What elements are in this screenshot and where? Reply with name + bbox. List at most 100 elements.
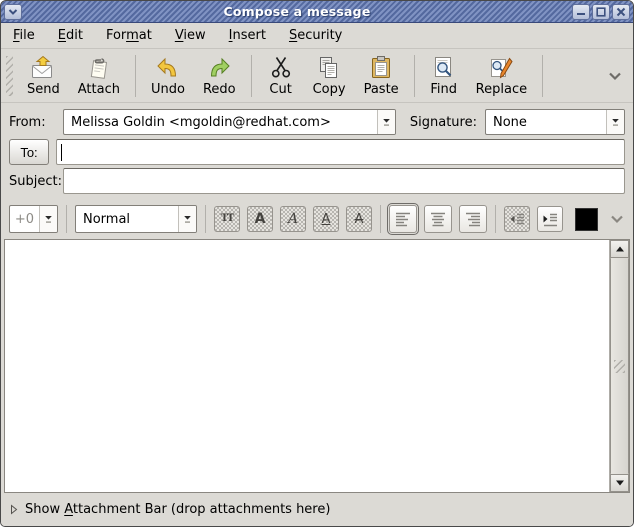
toolbar-overflow-button[interactable] xyxy=(607,69,623,83)
italic-toggle[interactable]: A xyxy=(280,206,306,232)
title-bar[interactable]: Compose a message xyxy=(1,1,633,23)
find-button[interactable]: Find xyxy=(421,53,467,99)
menu-bar: File Edit Format View Insert Security xyxy=(1,23,633,49)
arrow-up-icon xyxy=(615,245,625,253)
send-icon xyxy=(30,55,56,81)
close-icon xyxy=(615,7,627,17)
menu-item-insert[interactable]: Insert xyxy=(229,24,266,47)
align-center-toggle[interactable] xyxy=(424,205,452,233)
scrollbar-thumb[interactable] xyxy=(610,258,629,474)
minimize-icon xyxy=(575,7,587,17)
menu-item-file[interactable]: File xyxy=(13,24,35,47)
paste-icon xyxy=(368,55,394,81)
font-size-value: +0 xyxy=(10,206,39,232)
align-left-icon xyxy=(393,209,413,229)
editor-frame xyxy=(4,239,630,493)
strikethrough-toggle[interactable]: A xyxy=(346,206,372,232)
align-right-toggle[interactable] xyxy=(459,205,487,233)
signature-combobox[interactable]: None xyxy=(485,109,625,135)
format-toolbar: +0 Normal TT A A A A xyxy=(1,199,633,239)
subject-label: Subject: xyxy=(9,174,63,189)
signature-value: None xyxy=(486,110,606,134)
format-separator xyxy=(205,205,206,233)
combo-arrow-button[interactable] xyxy=(178,206,196,232)
undo-icon xyxy=(155,55,181,81)
minimize-button[interactable] xyxy=(572,4,590,20)
chevron-down-icon xyxy=(7,7,19,17)
attachment-bar-expander[interactable]: Show Attachment Bar (drop attachments he… xyxy=(1,493,633,526)
menu-item-view[interactable]: View xyxy=(175,24,206,47)
format-separator xyxy=(380,205,381,233)
from-label: From: xyxy=(9,115,63,130)
compose-window: Compose a message File Edit Format View … xyxy=(0,0,634,527)
window-title: Compose a message xyxy=(24,4,570,19)
align-left-toggle[interactable] xyxy=(389,205,417,233)
font-size-combobox[interactable]: +0 xyxy=(9,205,58,233)
paste-button[interactable]: Paste xyxy=(355,53,408,99)
main-toolbar: Send Attach Undo Redo xyxy=(1,49,633,103)
combo-arrow-button[interactable] xyxy=(39,206,57,232)
toolbar-separator xyxy=(542,55,543,97)
attachment-bar-label: Show Attachment Bar (drop attachments he… xyxy=(25,502,330,517)
replace-icon xyxy=(488,55,514,81)
to-entry[interactable] xyxy=(56,139,625,165)
underline-toggle[interactable]: A xyxy=(313,206,339,232)
menu-item-edit[interactable]: Edit xyxy=(58,24,83,47)
combo-arrow-button[interactable] xyxy=(377,110,395,134)
to-button[interactable]: To: xyxy=(9,139,49,165)
toolbar-separator xyxy=(251,55,252,97)
thumb-grip xyxy=(614,360,625,373)
combo-arrow-icon xyxy=(382,117,391,127)
replace-button[interactable]: Replace xyxy=(467,53,536,99)
unindent-button[interactable] xyxy=(504,206,530,232)
format-overflow-button[interactable] xyxy=(609,212,625,226)
toolbar-separator xyxy=(135,55,136,97)
paragraph-style-value: Normal xyxy=(76,206,178,232)
from-row: From: Melissa Goldin <mgoldin@redhat.com… xyxy=(1,103,633,137)
paragraph-style-combobox[interactable]: Normal xyxy=(75,205,197,233)
combo-arrow-icon xyxy=(44,214,53,224)
align-center-icon xyxy=(428,209,448,229)
copy-icon xyxy=(316,55,342,81)
cut-button[interactable]: Cut xyxy=(258,53,304,99)
scroll-up-button[interactable] xyxy=(610,240,629,258)
scroll-down-button[interactable] xyxy=(610,474,629,492)
expander-triangle-icon xyxy=(10,504,18,515)
typewriter-toggle[interactable]: TT xyxy=(214,206,240,232)
undo-button[interactable]: Undo xyxy=(142,53,194,99)
from-value: Melissa Goldin <mgoldin@redhat.com> xyxy=(64,110,377,134)
indent-icon xyxy=(540,209,560,229)
toolbar-drag-handle[interactable] xyxy=(6,56,13,96)
message-body-editor[interactable] xyxy=(5,240,609,492)
chevron-down-icon xyxy=(607,69,623,83)
indent-button[interactable] xyxy=(537,206,563,232)
format-separator xyxy=(66,205,67,233)
subject-entry[interactable] xyxy=(63,168,625,194)
bold-toggle[interactable]: A xyxy=(247,206,273,232)
unindent-icon xyxy=(507,209,527,229)
combo-arrow-icon xyxy=(611,117,620,127)
combo-arrow-icon xyxy=(183,214,192,224)
close-button[interactable] xyxy=(612,4,630,20)
maximize-icon xyxy=(595,7,607,17)
combo-arrow-button[interactable] xyxy=(606,110,624,134)
send-button[interactable]: Send xyxy=(18,53,69,99)
subject-row: Subject: xyxy=(1,167,633,199)
subject-input[interactable] xyxy=(64,169,624,193)
text-cursor xyxy=(61,144,62,161)
menu-item-format[interactable]: Format xyxy=(106,24,152,47)
maximize-button[interactable] xyxy=(592,4,610,20)
to-input[interactable] xyxy=(57,140,624,164)
vertical-scrollbar[interactable] xyxy=(609,240,629,492)
redo-icon xyxy=(206,55,232,81)
arrow-down-icon xyxy=(615,479,625,487)
attach-button[interactable]: Attach xyxy=(69,53,129,99)
from-combobox[interactable]: Melissa Goldin <mgoldin@redhat.com> xyxy=(63,109,396,135)
format-separator xyxy=(495,205,496,233)
menu-item-security[interactable]: Security xyxy=(289,24,342,47)
window-menu-button[interactable] xyxy=(4,4,22,20)
to-row: To: xyxy=(1,137,633,167)
redo-button[interactable]: Redo xyxy=(194,53,245,99)
copy-button[interactable]: Copy xyxy=(304,53,355,99)
text-color-swatch[interactable] xyxy=(575,208,598,231)
